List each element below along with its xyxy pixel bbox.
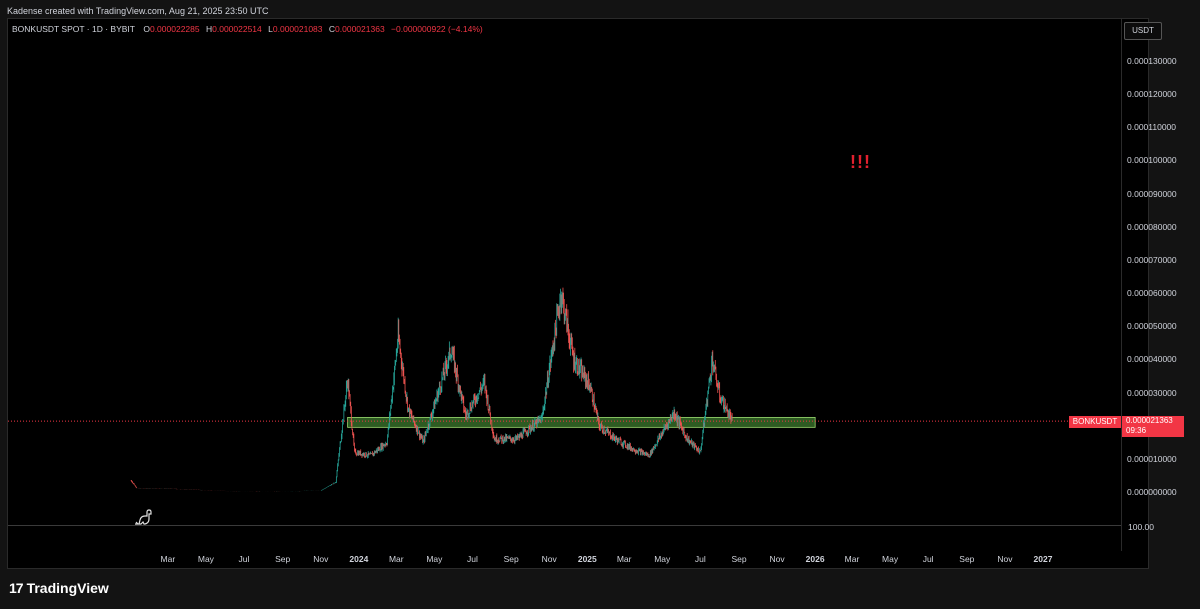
tradingview-mark-icon: 17 bbox=[9, 580, 24, 596]
pane-separator[interactable] bbox=[8, 525, 1121, 526]
symbol-price-tag: BONKUSDT bbox=[1069, 416, 1121, 428]
bar-countdown: 09:36 bbox=[1126, 426, 1147, 435]
price-tick-label: 0.000090000 bbox=[1127, 188, 1177, 199]
price-tick-label: 0.000000000 bbox=[1127, 487, 1177, 497]
time-tick-label: Mar bbox=[160, 554, 176, 564]
time-tick-label: Jul bbox=[467, 554, 478, 564]
time-tick-label: 2025 bbox=[577, 554, 597, 564]
price-tick-label: 0.000060000 bbox=[1127, 288, 1177, 299]
price-tick-label: 0.000130000 bbox=[1127, 56, 1177, 66]
annotation-text[interactable]: !!! bbox=[850, 152, 871, 173]
time-tick-label: Nov bbox=[313, 554, 329, 564]
time-tick-label: Mar bbox=[388, 554, 404, 564]
price-chart[interactable] bbox=[0, 0, 1200, 609]
time-tick-label: Sep bbox=[275, 554, 291, 564]
time-tick-label: May bbox=[426, 554, 443, 564]
price-tick-label: 0.000110000 bbox=[1127, 122, 1177, 133]
time-tick-label: Jul bbox=[922, 554, 934, 564]
time-tick-label: May bbox=[654, 554, 671, 564]
lower-pane-axis-label: 100.00 bbox=[1128, 522, 1154, 532]
time-tick-label: Mar bbox=[616, 554, 632, 564]
time-tick-label: 2024 bbox=[349, 554, 369, 564]
price-tick-label: 0.000050000 bbox=[1127, 321, 1177, 332]
time-tick-label: May bbox=[882, 554, 899, 564]
price-tick-label: 0.000100000 bbox=[1127, 155, 1177, 166]
last-price-value: 0.000021363 bbox=[1126, 416, 1173, 425]
candles-group bbox=[130, 287, 733, 492]
time-tick-label: Mar bbox=[844, 554, 860, 564]
last-price-tag: 0.000021363 09:36 bbox=[1122, 416, 1184, 437]
time-tick-label: Sep bbox=[959, 554, 975, 564]
time-tick-label: Sep bbox=[731, 554, 747, 564]
support-zone-group bbox=[347, 417, 816, 428]
price-tick-label: 0.000030000 bbox=[1127, 387, 1177, 398]
price-tick-label: 0.000040000 bbox=[1127, 354, 1177, 365]
price-tick-label: 0.000080000 bbox=[1127, 221, 1177, 232]
support-zone bbox=[347, 417, 816, 428]
time-tick-label: Nov bbox=[997, 554, 1013, 564]
dino-icon[interactable] bbox=[133, 507, 153, 532]
time-tick-label: Jul bbox=[694, 554, 706, 564]
price-tick-label: 0.000120000 bbox=[1127, 89, 1177, 100]
price-tick-label: 0.000010000 bbox=[1127, 453, 1177, 464]
time-tick-label: Jul bbox=[238, 554, 250, 564]
time-tick-label: Sep bbox=[503, 554, 519, 564]
price-tick-label: 0.000070000 bbox=[1127, 254, 1177, 265]
time-tick-label: 2027 bbox=[1033, 554, 1053, 564]
brand-name: TradingView bbox=[26, 580, 109, 596]
time-tick-label: Nov bbox=[541, 554, 557, 564]
tradingview-logo[interactable]: 17 TradingView bbox=[9, 580, 109, 596]
bottom-bar bbox=[0, 569, 1200, 609]
time-tick-label: Nov bbox=[769, 554, 785, 564]
time-tick-label: May bbox=[197, 554, 214, 564]
time-tick-label: 2026 bbox=[805, 554, 825, 564]
